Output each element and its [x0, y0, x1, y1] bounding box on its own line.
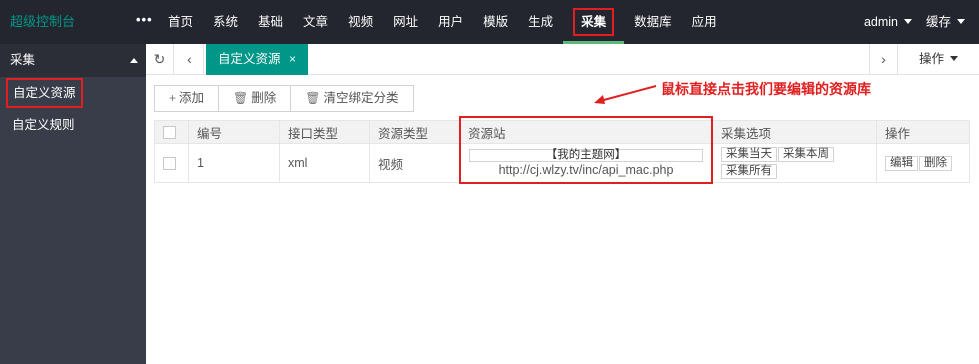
chevron-down-icon [957, 19, 965, 25]
more-icon[interactable]: ••• [136, 0, 153, 44]
cell-collect: 采集当天 采集本周 采集所有 [712, 143, 877, 183]
header-res-type: 资源类型 [369, 120, 460, 144]
edit-button[interactable]: 编辑 [885, 155, 918, 171]
sidebar-item-custom-rule[interactable]: 自定义规则 [0, 109, 146, 141]
topnav-item-basic[interactable]: 基础 [248, 0, 293, 44]
cache-menu[interactable]: 缓存 [926, 0, 979, 44]
select-all-checkbox[interactable] [154, 120, 189, 144]
topnav-item-system[interactable]: 系统 [203, 0, 248, 44]
close-icon[interactable]: × [289, 44, 296, 75]
topnav-item-template[interactable]: 模版 [473, 0, 518, 44]
chevron-down-icon [903, 19, 912, 25]
chevron-down-icon [950, 56, 958, 62]
chevron-left-icon[interactable]: ‹ [176, 44, 204, 74]
topnav-item-database[interactable]: 数据库 [624, 0, 682, 44]
topnav-item-collect[interactable]: 采集 [563, 0, 625, 44]
cell-api-type: xml [279, 143, 370, 183]
user-menu[interactable]: admin [864, 0, 926, 44]
tab-bar: ↻ ‹ 自定义资源 × › 操作 [146, 44, 979, 75]
sidebar-section-collect[interactable]: 采集 [0, 44, 146, 77]
topnav-item-apps[interactable]: 应用 [682, 0, 727, 44]
top-bar: 超级控制台 ••• 首页 系统 基础 文章 视频 网址 用户 模版 生成 采集 … [0, 0, 979, 44]
topnav-item-video[interactable]: 视频 [338, 0, 383, 44]
row-checkbox[interactable] [154, 143, 189, 183]
trash-icon: 🗑 [305, 91, 321, 105]
sidebar: 采集 自定义资源 自定义规则 [0, 44, 146, 364]
annotation-text: 鼠标直接点击我们要编辑的资源库 [661, 81, 871, 97]
sidebar-item-custom-resource[interactable]: 自定义资源 [0, 77, 146, 109]
app-logo[interactable]: 超级控制台 [10, 0, 75, 44]
chevron-right-icon[interactable]: › [869, 44, 897, 74]
highlight-box [459, 116, 713, 184]
refresh-icon[interactable]: ↻ [146, 44, 174, 74]
header-api-type: 接口类型 [279, 120, 370, 144]
top-nav: 首页 系统 基础 文章 视频 网址 用户 模版 生成 采集 数据库 应用 [158, 0, 727, 44]
topnav-item-home[interactable]: 首页 [158, 0, 203, 44]
cell-res-type: 视频 [369, 143, 460, 183]
annotation-arrow-icon [594, 85, 657, 104]
collect-week-button[interactable]: 采集本周 [778, 147, 834, 162]
action-toolbar: + 添加 🗑 删除 🗑 清空绑定分类 [154, 85, 414, 112]
clear-bind-button[interactable]: 🗑 清空绑定分类 [291, 86, 412, 111]
header-collect: 采集选项 [712, 120, 877, 144]
trash-icon: 🗑 [233, 91, 249, 105]
header-ops: 操作 [876, 120, 970, 144]
chevron-up-icon [130, 58, 138, 63]
collect-all-button[interactable]: 采集所有 [721, 164, 777, 179]
topnav-item-url[interactable]: 网址 [383, 0, 428, 44]
cell-id: 1 [188, 143, 280, 183]
topnav-item-generate[interactable]: 生成 [518, 0, 563, 44]
topnav-item-article[interactable]: 文章 [293, 0, 338, 44]
topnav-item-user[interactable]: 用户 [428, 0, 473, 44]
delete-button[interactable]: 🗑 删除 [219, 86, 292, 111]
row-delete-button[interactable]: 删除 [919, 155, 952, 171]
tab-ops-menu[interactable]: 操作 [897, 44, 979, 74]
collect-today-button[interactable]: 采集当天 [721, 147, 777, 162]
add-button[interactable]: + 添加 [155, 86, 220, 111]
top-right-menu: admin 缓存 [864, 0, 979, 44]
cell-ops: 编辑 删除 [876, 143, 970, 183]
plus-icon: + [169, 91, 177, 105]
header-id: 编号 [188, 120, 280, 144]
tab-custom-resource[interactable]: 自定义资源 × [206, 44, 308, 75]
